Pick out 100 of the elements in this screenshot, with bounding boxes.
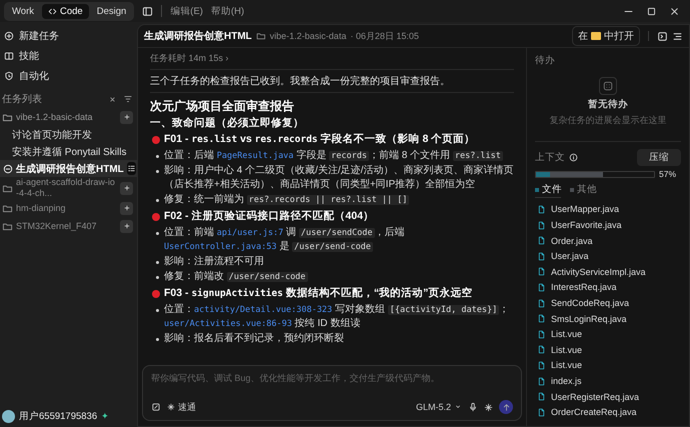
spark-icon [167,403,175,411]
list-icon [126,164,136,173]
model-select[interactable]: GLM-5.2 [416,402,462,412]
bullet-dot [156,199,159,202]
file-item[interactable]: UserMapper.java [535,202,681,218]
project-name: vibe-1.2-basic-data [16,112,94,122]
menu-item[interactable]: 编辑(E) [170,4,203,18]
file-item[interactable]: InterestReq.java [535,280,681,296]
mode-tab[interactable]: Code [42,4,89,18]
file-link[interactable]: activity/Detail.vue:308-323 [194,305,332,315]
menu-item[interactable]: 帮助(H) [210,4,244,18]
code-icon [48,6,57,16]
file-icon [537,360,546,370]
bullet-dot [156,338,159,341]
empty-icon [599,77,617,95]
badge-icon: ✦ [101,411,109,422]
spark-icon[interactable] [484,402,493,412]
file-link[interactable]: user/Activities.vue:86-93 [164,319,292,329]
sidebar-action[interactable]: 自动化 [0,66,137,86]
file-item[interactable]: List.vue [535,326,681,342]
file-icon [537,298,546,308]
file-item[interactable]: OrderCreateReq.java [535,404,681,420]
file-item[interactable]: ActivityServiceImpl.java [535,264,681,280]
task-item[interactable]: 讨论首页功能开发 [0,126,137,143]
project-name: hm-dianping [16,202,67,214]
file-icon [537,330,546,339]
project-name: ai-agent-scaffold-draw-io-4-4-ch... [16,177,116,199]
plus-icon [122,184,130,192]
issue-title: F03 - signupActivities 数据结构不匹配，“我的活动”页永远空 [164,286,472,301]
file-item[interactable]: Order.java [535,232,681,248]
date-text: · 06月28日 15:05 [350,30,419,42]
file-item[interactable]: SendCodeReq.java [535,295,681,311]
task-item[interactable]: 安装并遵循 Ponytail Skills [0,143,137,160]
bullet-dot [156,170,159,173]
file-icon [537,376,546,386]
status-dot [152,290,160,298]
legend-tab[interactable]: 其他 [570,183,597,196]
maximize-icon[interactable] [646,6,657,16]
plus-icon [122,204,130,212]
legend-tab[interactable]: 文件 [535,183,562,196]
file-item[interactable]: List.vue [535,342,681,358]
compress-button[interactable]: 压缩 [637,149,681,166]
file-link[interactable]: PageResult.java [216,151,294,161]
status-dot [152,212,160,220]
info-icon [569,153,578,162]
project-item[interactable]: vibe-1.2-basic-data [0,108,137,126]
file-item[interactable]: User.java [535,248,681,264]
folder-icon [2,112,13,122]
file-item[interactable]: List.vue [535,358,681,374]
sidebar-action[interactable]: 新建任务 [0,26,137,46]
file-icon [537,408,546,417]
send-button[interactable] [499,400,513,414]
sidebar-action[interactable]: 技能 [0,46,137,66]
attach-icon[interactable] [151,402,161,412]
empty-title: 暂无待办 [588,98,628,111]
bullet-text: 影响：用户中心 4 个二级页（收藏/关注/足迹/活动）、商家列表页、商家详情页（店长推荐+相关活动）、商品详情页（同类型+同IP推荐）全部恒为空 [164,164,514,192]
project-item[interactable]: ai-agent-scaffold-draw-io-4-4-ch... [0,177,137,199]
percent-text: 57% [659,169,676,179]
task-duration[interactable]: 任务耗时 14m 15s › [150,50,514,70]
section-heading: 一、致命问题（必须立即修复） [150,116,305,130]
file-item[interactable]: index.js [535,373,681,389]
file-icon [537,282,546,292]
mode-button[interactable]: 速通 [167,400,196,414]
file-item[interactable]: UserRegisterReq.java [535,388,681,404]
add-task-button[interactable] [120,182,133,194]
microphone-icon[interactable] [468,402,478,412]
project-item[interactable]: hm-dianping [0,199,137,217]
bullet-text: 位置：activity/Detail.vue:308-323 写对象数组 [{activityId, dates}] ； user/Activities.vue:86-93 按纯 ID 数组读 [164,303,510,331]
task-item[interactable]: 生成调研报告创意HTML [0,160,137,177]
file-link[interactable]: UserController.java:53 [164,242,277,252]
filter-icon[interactable] [123,94,133,104]
mode-tab[interactable]: Work [6,4,40,18]
arrow-up-icon [502,402,510,412]
sidebar-toggle-icon[interactable] [142,6,154,16]
message-input[interactable]: 帮你编写代码、调试 Bug、优化性能等开发工作，交付生产级代码产物。 速通 GLM-5.2 [142,365,522,421]
mode-tab[interactable]: Design [90,4,132,18]
empty-hint: 复杂任务的进展会显示在这里 [550,114,666,127]
add-task-button[interactable] [120,202,133,214]
file-item[interactable]: SmsLoginReq.java [535,310,681,326]
open-in-folder-button[interactable]: 在 中打开 [572,26,640,46]
file-item[interactable]: UserFavorite.java [535,217,681,233]
menu-icon[interactable] [672,30,683,42]
file-icon [537,267,546,276]
issue-title: F02 - 注册页验证码接口路径不匹配（404） [164,209,374,224]
section-label: 待办 [535,54,556,67]
side-panel-icon[interactable] [657,30,668,42]
file-icon [537,314,546,324]
project-item[interactable]: STM32Kernel_F407 [0,217,137,235]
file-icon [537,204,546,214]
plus-icon [122,113,130,121]
close-icon[interactable] [669,6,680,16]
project-name: vibe-1.2-basic-data [270,31,346,41]
avatar[interactable] [2,410,15,423]
bullet-dot [156,261,159,264]
add-task-button[interactable] [120,110,133,124]
add-task-button[interactable] [120,220,133,232]
file-link[interactable]: api/user.js:7 [216,228,284,238]
file-icon [537,345,546,354]
task-title: 生成调研报告创意HTML [144,30,252,43]
task-menu-button[interactable] [126,162,136,175]
